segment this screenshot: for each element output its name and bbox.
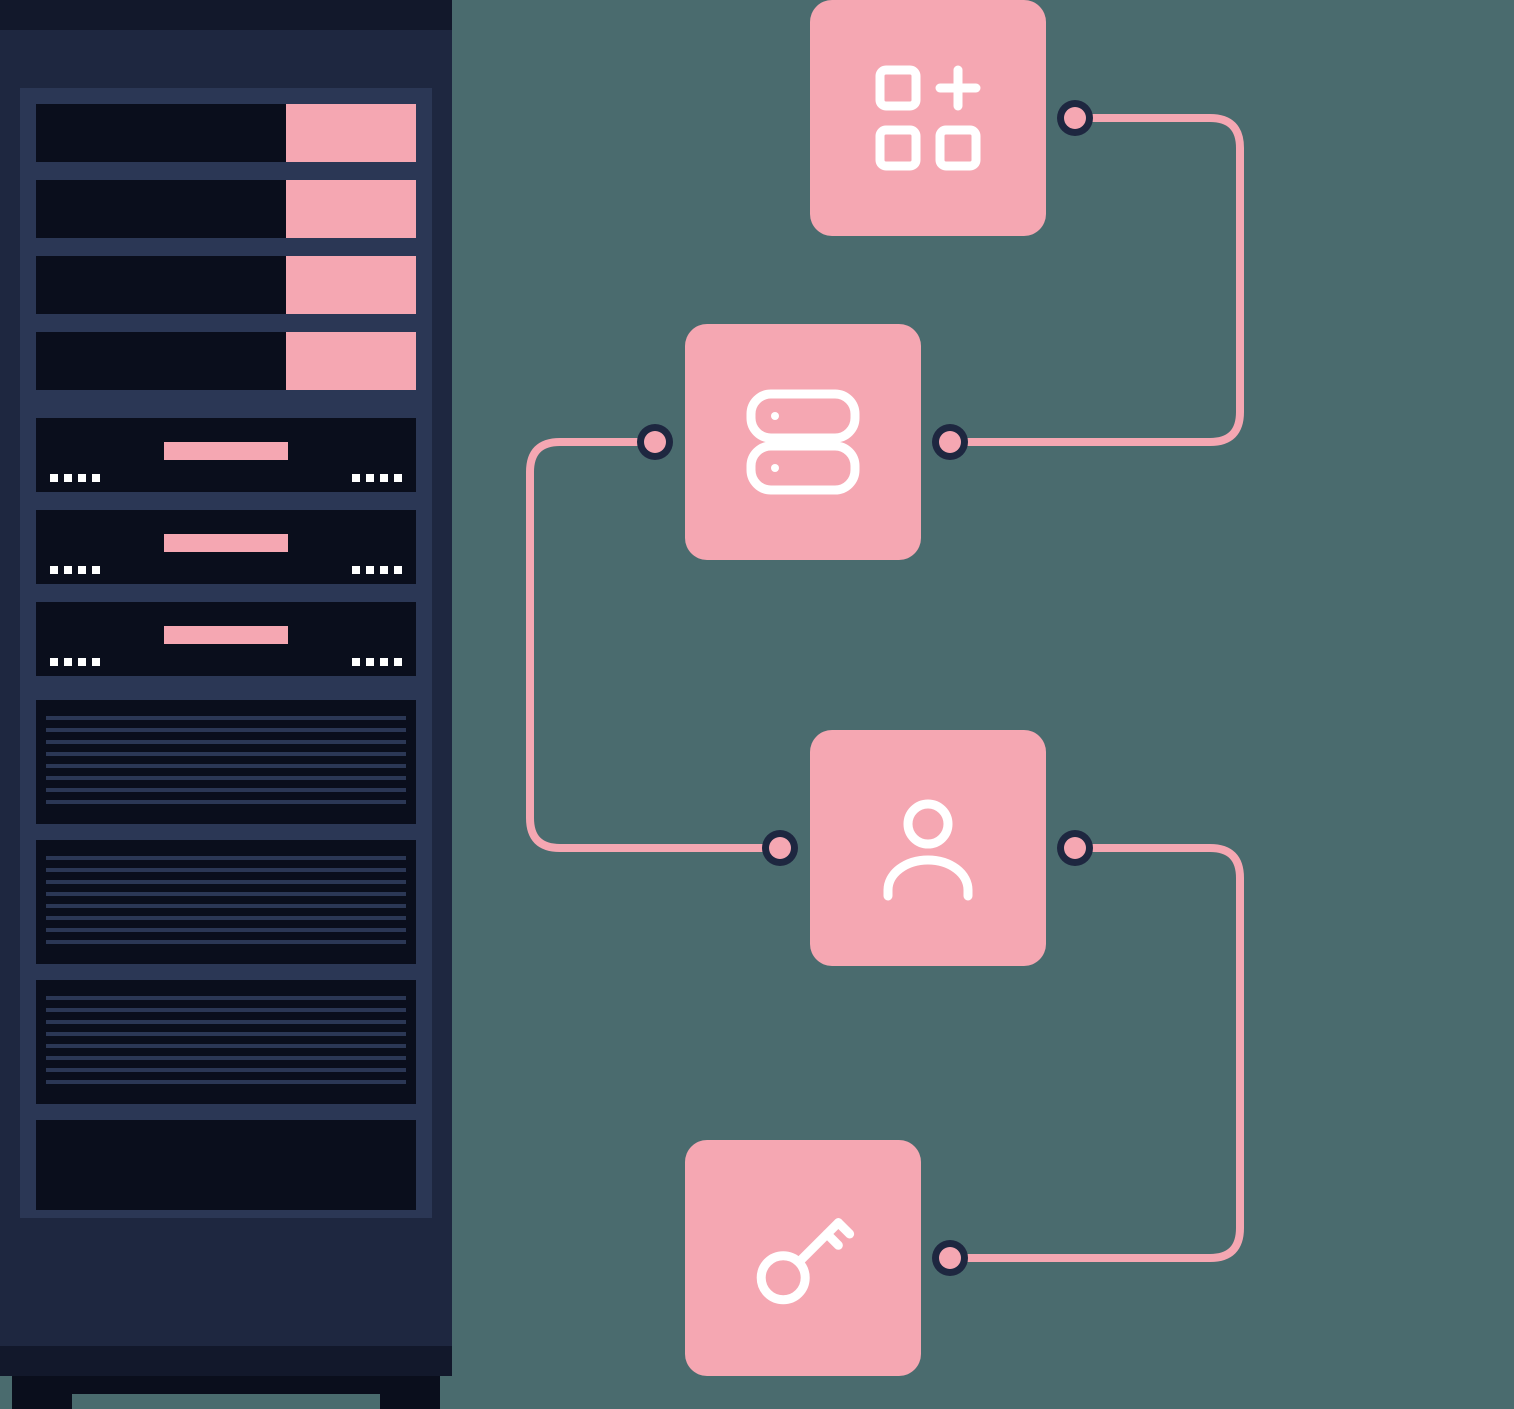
node-user bbox=[810, 730, 1046, 966]
node-key bbox=[685, 1140, 921, 1376]
connectors bbox=[530, 118, 1240, 1258]
node-apps bbox=[810, 0, 1046, 236]
rack-blade-units bbox=[36, 418, 416, 676]
node-server bbox=[685, 324, 921, 560]
diagram bbox=[0, 0, 1514, 1409]
server-rack bbox=[0, 0, 452, 1409]
rack-vent-panels bbox=[36, 700, 416, 1104]
connector-dots bbox=[637, 100, 1093, 1276]
